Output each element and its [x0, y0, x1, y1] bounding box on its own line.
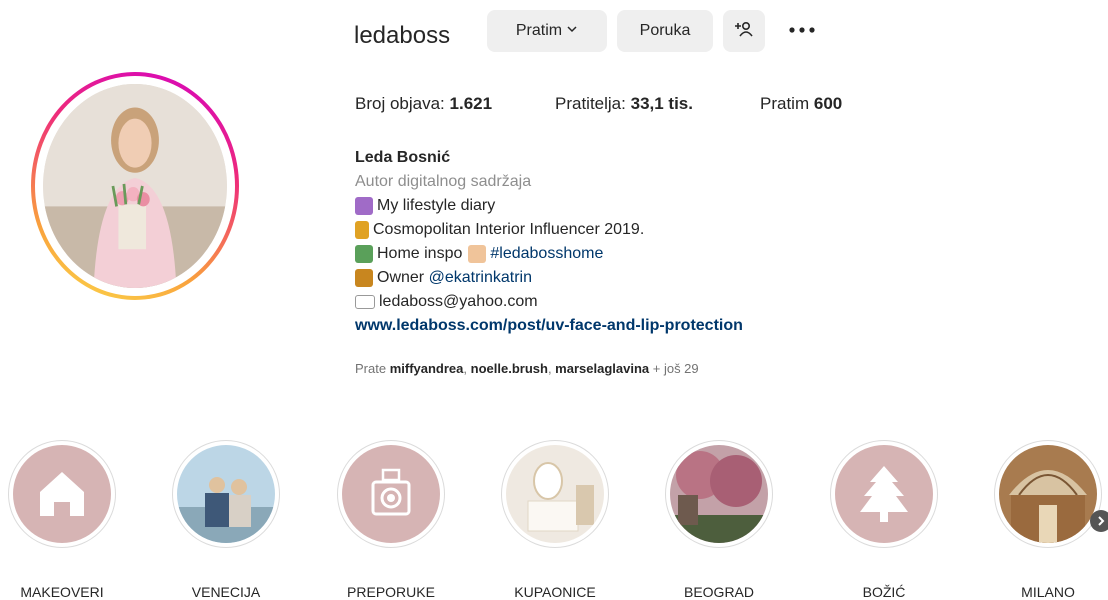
- message-button[interactable]: Poruka: [617, 10, 713, 52]
- camera-icon: [342, 445, 440, 543]
- bio-line: Cosmopolitan Interior Influencer 2019.: [355, 218, 743, 242]
- highlight-venecija[interactable]: VENECIJA: [166, 440, 286, 600]
- highlight-label: MILANO: [1021, 584, 1075, 600]
- bio-line: Home inspo #ledabosshome: [355, 242, 743, 266]
- profile-bio: Leda Bosnić Autor digitalnog sadržaja My…: [355, 146, 743, 338]
- highlight-label: MAKEOVERI: [20, 584, 104, 600]
- trophy-emoji-icon: [355, 221, 369, 239]
- bio-line: Owner @ekatrinkatrin: [355, 266, 743, 290]
- highlight-beograd[interactable]: BEOGRAD: [659, 440, 779, 600]
- chevron-right-icon[interactable]: [1090, 510, 1108, 532]
- highlight-photo: [177, 445, 275, 543]
- chevron-down-icon: [566, 22, 578, 40]
- highlight-label: VENECIJA: [191, 584, 261, 600]
- avatar-photo: [43, 84, 227, 288]
- highlight-bozic[interactable]: BOŽIĆ: [824, 440, 944, 600]
- tree-icon: [835, 445, 933, 543]
- hashtag-link[interactable]: #ledabosshome: [490, 242, 603, 266]
- highlight-photo: [506, 445, 604, 543]
- lock-emoji-icon: [355, 269, 373, 287]
- highlight-label: BOŽIĆ: [862, 584, 906, 600]
- highlight-kupaonice[interactable]: KUPAONICE: [495, 440, 615, 600]
- envelope-emoji-icon: [355, 295, 375, 309]
- highlight-photo: [670, 445, 768, 543]
- highlight-label: PREPORUKE: [347, 584, 435, 600]
- followers-count[interactable]: Pratitelja: 33,1 tis.: [555, 94, 693, 114]
- posts-count: Broj objava: 1.621: [355, 94, 493, 113]
- profile-username: ledaboss: [354, 22, 451, 49]
- woman-emoji-icon: [355, 197, 373, 215]
- full-name: Leda Bosnić: [355, 149, 451, 166]
- bio-line: ledaboss@yahoo.com: [355, 290, 743, 314]
- suggested-users-button[interactable]: [723, 10, 765, 52]
- bio-line: My lifestyle diary: [355, 194, 743, 218]
- mention-link[interactable]: @ekatrinkatrin: [429, 266, 532, 290]
- message-button-label: Poruka: [639, 22, 691, 39]
- highlight-label: BEOGRAD: [683, 584, 754, 600]
- following-button-label: Pratim: [515, 22, 563, 39]
- pointing-hand-emoji-icon: [468, 245, 487, 263]
- profile-avatar[interactable]: [31, 72, 239, 300]
- house-icon: [13, 445, 111, 543]
- highlight-label: KUPAONICE: [514, 584, 596, 600]
- following-button[interactable]: Pratim: [487, 10, 607, 52]
- following-count[interactable]: Pratim 600: [760, 94, 842, 114]
- category: Autor digitalnog sadržaja: [355, 173, 532, 190]
- add-user-icon: [734, 21, 754, 42]
- story-highlights: MAKEOVERI VENECIJA PREPORUKE KUPAONICE B…: [0, 440, 1108, 600]
- followed-by[interactable]: Prate miffyandrea, noelle.brush, marsela…: [355, 361, 699, 376]
- website-link[interactable]: www.ledaboss.com/post/uv-face-and-lip-pr…: [355, 317, 743, 334]
- highlight-photo: [999, 445, 1097, 543]
- more-options-icon[interactable]: [787, 18, 817, 42]
- house-emoji-icon: [355, 245, 373, 263]
- highlight-preporuke[interactable]: PREPORUKE: [331, 440, 451, 600]
- highlight-makeoveri[interactable]: MAKEOVERI: [2, 440, 122, 600]
